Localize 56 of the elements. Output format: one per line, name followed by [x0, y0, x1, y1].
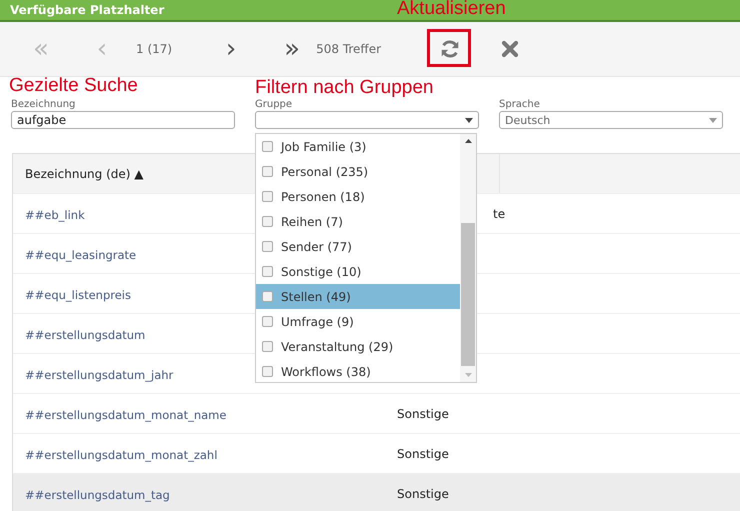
annotation-text: Aktualisieren — [397, 0, 506, 20]
placeholder-link[interactable]: ##equ_listenpreis — [25, 288, 131, 302]
checkbox[interactable] — [262, 341, 273, 352]
placeholder-link[interactable]: ##erstellungsdatum_jahr — [25, 368, 174, 382]
checkbox[interactable] — [262, 191, 273, 202]
dropdown-item[interactable]: Stellen (49) — [256, 284, 460, 309]
dropdown-item[interactable]: Sonstige (10) — [256, 259, 460, 284]
placeholder-link[interactable]: ##eb_link — [25, 208, 85, 222]
field-label: Gruppe — [255, 99, 294, 110]
placeholder-link[interactable]: ##equ_leasingrate — [25, 248, 136, 262]
select-field[interactable] — [255, 111, 479, 129]
checkbox[interactable] — [262, 141, 273, 152]
dropdown-item[interactable]: Workflows (38) — [256, 359, 460, 382]
checkbox[interactable] — [262, 266, 273, 277]
search-field[interactable]: aufgabe — [11, 111, 235, 129]
next-page-button[interactable]: › — [216, 36, 246, 62]
close-button[interactable] — [501, 40, 520, 58]
placeholder-link[interactable]: ##erstellungsdatum_tag — [25, 488, 170, 502]
scroll-thumb[interactable] — [461, 223, 475, 366]
table-cell: te — [493, 206, 506, 220]
close-icon — [501, 40, 520, 58]
caret-icon — [465, 118, 473, 122]
refresh-icon — [439, 38, 462, 60]
annotation-text: Gezielte Suche — [9, 75, 138, 97]
checkbox[interactable] — [262, 241, 273, 252]
checkbox[interactable] — [262, 166, 273, 177]
window-title: Verfügbare Platzhalter — [10, 3, 164, 17]
dropdown-item[interactable]: Personen (18) — [256, 184, 460, 209]
scrollbar[interactable] — [460, 134, 476, 382]
checkbox[interactable] — [262, 316, 273, 327]
dropdown-item[interactable]: Job Familie (3) — [256, 134, 460, 159]
hit-count: 508 Treffer — [316, 42, 382, 56]
field-label: Sprache — [499, 99, 541, 110]
checkbox[interactable] — [262, 216, 273, 227]
page-indicator: 1 (17) — [136, 42, 172, 56]
annotation-text: Filtern nach Gruppen — [255, 77, 434, 99]
refresh-button[interactable] — [439, 38, 462, 60]
dropdown-item[interactable]: Umfrage (9) — [256, 309, 460, 334]
dropdown-item[interactable]: Personal (235) — [256, 159, 460, 184]
scroll-up-icon[interactable] — [464, 139, 472, 143]
field-label: Bezeichnung — [11, 99, 76, 110]
highlight-frame — [427, 29, 472, 67]
scroll-down-icon[interactable] — [464, 373, 472, 377]
dropdown-item[interactable]: Reihen (7) — [256, 209, 460, 234]
table-cell: Sonstige — [397, 446, 449, 460]
placeholder-link[interactable]: ##erstellungsdatum_monat_zahl — [25, 448, 218, 462]
placeholder-link[interactable]: ##erstellungsdatum — [25, 328, 146, 342]
dropdown-item[interactable]: Sender (77) — [256, 234, 460, 259]
checkbox[interactable] — [262, 291, 273, 302]
placeholder-link[interactable]: ##erstellungsdatum_monat_name — [25, 408, 226, 422]
table-cell: Sonstige — [397, 486, 449, 500]
last-page-button[interactable]: » — [277, 36, 308, 62]
dropdown-item[interactable]: Veranstaltung (29) — [256, 334, 460, 359]
caret-icon — [709, 118, 717, 122]
table-cell: Sonstige — [397, 406, 449, 420]
checkbox[interactable] — [262, 366, 273, 377]
